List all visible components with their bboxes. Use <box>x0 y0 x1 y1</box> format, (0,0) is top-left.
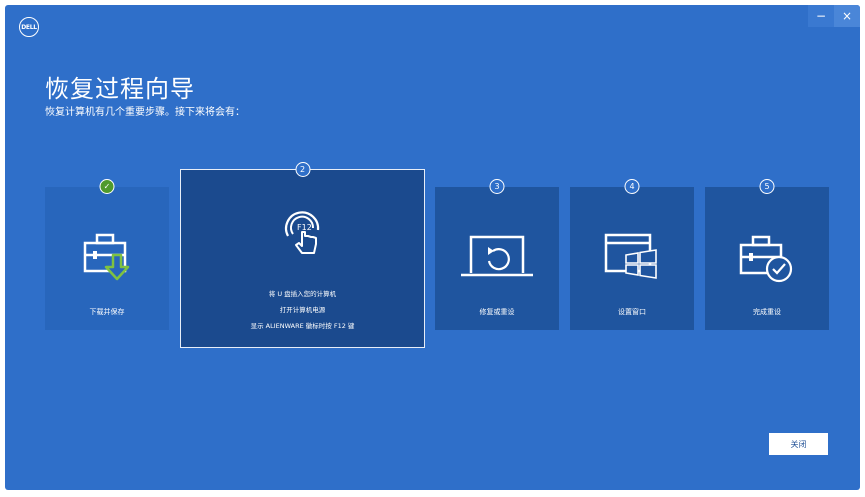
step-4-badge: 4 <box>624 179 640 194</box>
step-5-number: 5 <box>764 182 770 191</box>
minimize-button[interactable]: − <box>808 5 834 27</box>
close-wizard-button[interactable]: 关闭 <box>769 433 828 455</box>
step-1-label: 下载并保存 <box>89 308 125 316</box>
dell-logo-text: DELL <box>21 23 37 31</box>
step-2-badge: 2 <box>295 162 310 177</box>
page-title: 恢复过程向导 <box>45 75 195 103</box>
window-controls: − × <box>808 5 860 27</box>
step-3-badge: 3 <box>489 179 505 194</box>
step-5-label: 完成重设 <box>753 308 781 316</box>
step-3-label: 修复或重设 <box>479 308 515 316</box>
step-card-usb-boot: 2 F12 将 U 盘插入您的计算机 打开计算机电源 显示 ALIENWARE … <box>180 162 425 348</box>
step-2-number: 2 <box>299 165 306 174</box>
page-subtitle: 恢复计算机有几个重要步骤。接下来将会有： <box>45 107 245 118</box>
touch-f12-icon: F12 <box>284 211 319 254</box>
step-3-number: 3 <box>494 182 500 191</box>
check-icon: ✓ <box>103 182 111 191</box>
step-card-download: ✓ 下载并保存 <box>45 179 169 330</box>
minimize-icon: − <box>815 9 827 23</box>
step-2-line-3: 显示 ALIENWARE 徽标时按 F12 键 <box>250 322 355 330</box>
toolbox-check-icon <box>739 235 793 283</box>
window-close-button[interactable]: × <box>834 5 860 27</box>
step-2-line-2: 打开计算机电源 <box>279 306 326 314</box>
windows-setup-icon <box>604 233 657 279</box>
step-1-check-badge: ✓ <box>99 179 115 194</box>
step-card-setup-windows: 4 设置窗口 <box>570 179 694 330</box>
toolbox-download-icon <box>83 233 130 281</box>
recovery-wizard-window: DELL − × 恢复过程向导 恢复计算机有几个重要步骤。接下来将会有： ✓ 下… <box>5 5 860 490</box>
close-icon: × <box>841 9 853 23</box>
f12-key-text: F12 <box>297 223 312 232</box>
step-card-finish-reset: 5 完成重设 <box>705 179 829 330</box>
step-5-badge: 5 <box>759 179 775 194</box>
step-4-number: 4 <box>629 182 635 191</box>
step-4-label: 设置窗口 <box>618 308 646 316</box>
dell-logo: DELL <box>19 17 39 37</box>
step-2-line-1: 将 U 盘插入您的计算机 <box>268 290 337 298</box>
step-2-instructions: 将 U 盘插入您的计算机 打开计算机电源 显示 ALIENWARE 徽标时按 F… <box>181 286 424 334</box>
step-card-repair-reset: 3 修复或重设 <box>435 179 559 330</box>
laptop-restore-icon <box>461 235 533 277</box>
